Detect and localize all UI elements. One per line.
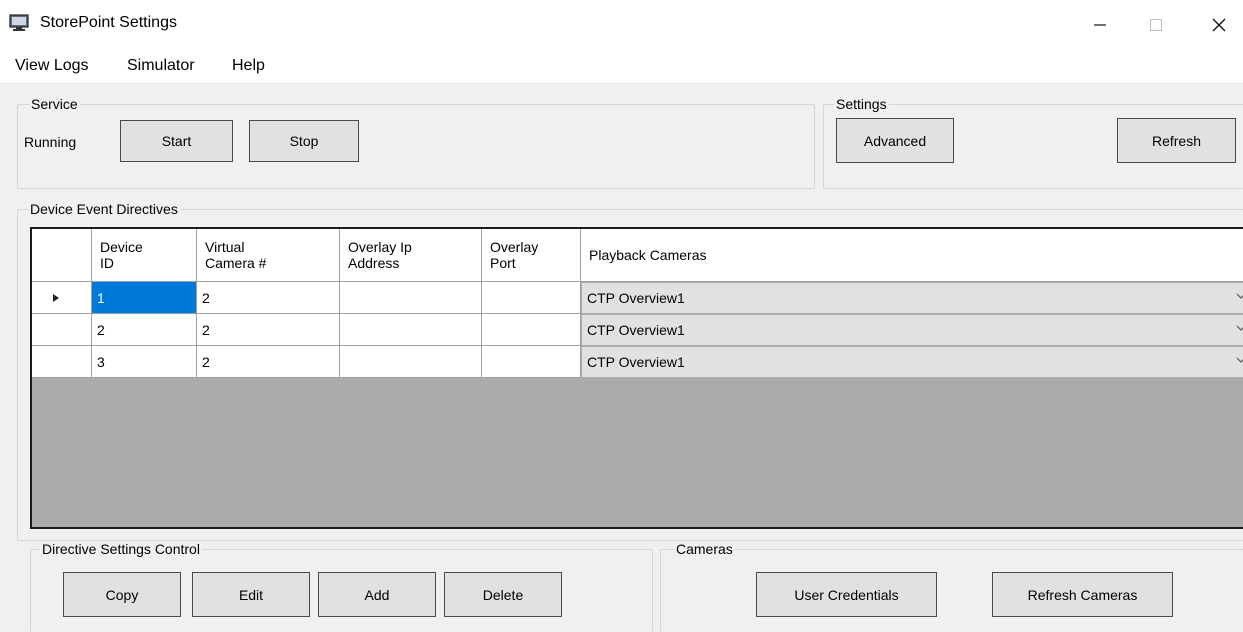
column-header-label: Overlay Port: [490, 239, 539, 271]
service-group-label: Service: [29, 96, 80, 112]
minimize-button[interactable]: [1077, 0, 1123, 50]
column-header-device-id[interactable]: Device ID: [92, 229, 197, 282]
cell-device-id[interactable]: 3: [92, 346, 197, 378]
cell-overlay-port[interactable]: [482, 346, 581, 378]
row-header[interactable]: [32, 346, 92, 378]
settings-group-label: Settings: [834, 96, 889, 112]
menu-simulator[interactable]: Simulator: [127, 57, 195, 75]
service-status: Running: [24, 134, 77, 150]
menu-view-logs[interactable]: View Logs: [15, 57, 89, 75]
dropdown-value: CTP Overview1: [587, 290, 685, 306]
cell-device-id[interactable]: 1: [92, 282, 197, 314]
cell-virtual-camera[interactable]: 2: [197, 314, 340, 346]
column-header-overlay-ip[interactable]: Overlay Ip Address: [340, 229, 482, 282]
close-icon: [1212, 18, 1226, 32]
title-bar: [0, 0, 1243, 50]
cell-virtual-camera[interactable]: 2: [197, 346, 340, 378]
close-button[interactable]: [1196, 0, 1242, 50]
chevron-down-icon: [1236, 325, 1243, 331]
cell-overlay-port[interactable]: [482, 282, 581, 314]
cell-playback-camera-dropdown[interactable]: CTP Overview1: [581, 282, 1243, 314]
edit-button[interactable]: Edit: [192, 572, 310, 617]
column-header-label: Virtual Camera #: [205, 239, 267, 271]
refresh-button[interactable]: Refresh: [1117, 118, 1236, 163]
user-credentials-button[interactable]: User Credentials: [756, 572, 937, 617]
chevron-down-icon: [1236, 293, 1243, 299]
dropdown-value: CTP Overview1: [587, 354, 685, 370]
column-header-label: Overlay Ip Address: [348, 239, 412, 271]
column-header-playback-cameras[interactable]: Playback Cameras: [581, 229, 1243, 282]
advanced-button[interactable]: Advanced: [836, 118, 954, 163]
copy-button[interactable]: Copy: [63, 572, 181, 617]
monitor-icon: [9, 14, 29, 31]
row-header[interactable]: [32, 314, 92, 346]
row-header[interactable]: [32, 282, 92, 314]
cameras-group-label: Cameras: [674, 541, 735, 557]
column-header-overlay-port[interactable]: Overlay Port: [482, 229, 581, 282]
menu-help[interactable]: Help: [232, 57, 265, 75]
minimize-icon: [1094, 24, 1106, 26]
directives-group-label: Device Event Directives: [28, 201, 180, 217]
cell-playback-camera-dropdown[interactable]: CTP Overview1: [581, 314, 1243, 346]
column-header-label: Device ID: [100, 239, 143, 271]
dropdown-value: CTP Overview1: [587, 322, 685, 338]
maximize-button[interactable]: [1133, 0, 1179, 50]
cell-playback-camera-dropdown[interactable]: CTP Overview1: [581, 346, 1243, 378]
add-button[interactable]: Add: [318, 572, 436, 617]
current-row-arrow-icon: [53, 294, 59, 302]
grid-corner-header: [32, 229, 92, 282]
window-title: StorePoint Settings: [40, 14, 177, 31]
column-header-virtual-camera[interactable]: Virtual Camera #: [197, 229, 340, 282]
refresh-cameras-button[interactable]: Refresh Cameras: [992, 572, 1173, 617]
start-button[interactable]: Start: [120, 120, 233, 162]
directives-grid[interactable]: Device ID Virtual Camera # Overlay Ip Ad…: [30, 227, 1243, 529]
cell-overlay-ip[interactable]: [340, 314, 482, 346]
cell-overlay-ip[interactable]: [340, 282, 482, 314]
stop-button[interactable]: Stop: [249, 120, 359, 162]
delete-button[interactable]: Delete: [444, 572, 562, 617]
cell-overlay-port[interactable]: [482, 314, 581, 346]
chevron-down-icon: [1236, 357, 1243, 363]
cell-device-id[interactable]: 2: [92, 314, 197, 346]
directive-control-group-label: Directive Settings Control: [40, 541, 202, 557]
maximize-icon: [1150, 19, 1162, 31]
cell-overlay-ip[interactable]: [340, 346, 482, 378]
cell-virtual-camera[interactable]: 2: [197, 282, 340, 314]
